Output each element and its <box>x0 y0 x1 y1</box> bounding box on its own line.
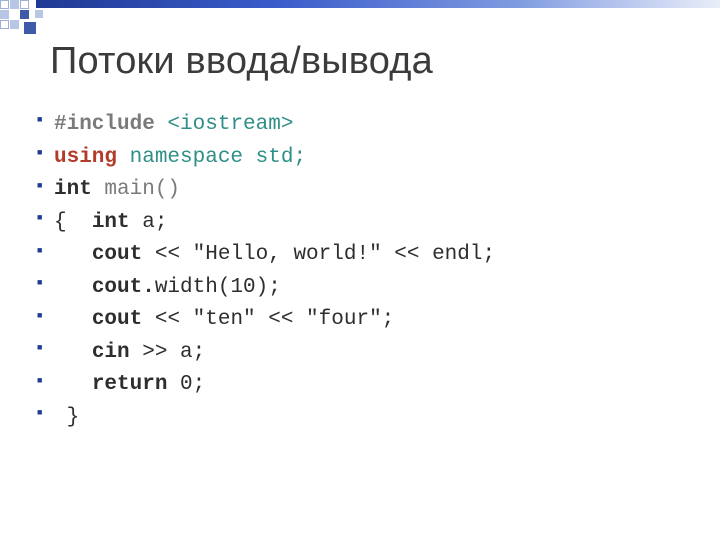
deco-square <box>0 10 9 19</box>
code-line: cin >> a; <box>54 337 680 370</box>
kw-cout-dot: cout. <box>92 276 155 299</box>
code-line: #include <iostream> <box>54 109 680 142</box>
main-signature: main() <box>92 178 180 201</box>
deco-square <box>10 20 19 29</box>
kw-cout: cout <box>92 243 142 266</box>
deco-square <box>35 10 43 18</box>
preproc-include: #include <box>54 113 155 136</box>
deco-square <box>20 0 29 9</box>
semicolon: ; <box>293 146 306 169</box>
header-gradient-bar <box>36 0 720 8</box>
deco-square <box>20 10 29 19</box>
code-line: cout.width(10); <box>54 272 680 305</box>
code-line: return 0; <box>54 369 680 402</box>
open-brace: { <box>54 211 92 234</box>
slide-body: Потоки ввода/вывода #include <iostream> … <box>50 40 680 434</box>
deco-square <box>0 0 9 9</box>
kw-cin: cin <box>92 341 130 364</box>
cout-hello: << "Hello, world!" << endl; <box>142 243 495 266</box>
code-line: { int a; <box>54 207 680 240</box>
decl-a: a; <box>130 211 168 234</box>
include-header: <iostream> <box>155 113 294 136</box>
code-block: #include <iostream> using namespace std;… <box>50 109 680 434</box>
cout-tenfour: << "ten" << "four"; <box>142 308 394 331</box>
cout-width: width(10); <box>155 276 281 299</box>
kw-cout: cout <box>92 308 142 331</box>
slide-title: Потоки ввода/вывода <box>50 40 680 83</box>
kw-int: int <box>92 211 130 234</box>
cin-a: >> a; <box>130 341 206 364</box>
deco-square <box>0 20 9 29</box>
deco-square <box>24 22 36 34</box>
close-brace: } <box>54 406 79 429</box>
slide-corner-decoration <box>0 0 720 36</box>
code-line: using namespace std; <box>54 142 680 175</box>
code-line: } <box>54 402 680 435</box>
code-line: cout << "ten" << "four"; <box>54 304 680 337</box>
kw-int: int <box>54 178 92 201</box>
kw-using: using <box>54 146 117 169</box>
return-zero: 0; <box>167 373 205 396</box>
using-namespace: namespace std <box>117 146 293 169</box>
code-line: cout << "Hello, world!" << endl; <box>54 239 680 272</box>
code-line: int main() <box>54 174 680 207</box>
kw-return: return <box>92 373 168 396</box>
deco-square <box>10 0 19 9</box>
